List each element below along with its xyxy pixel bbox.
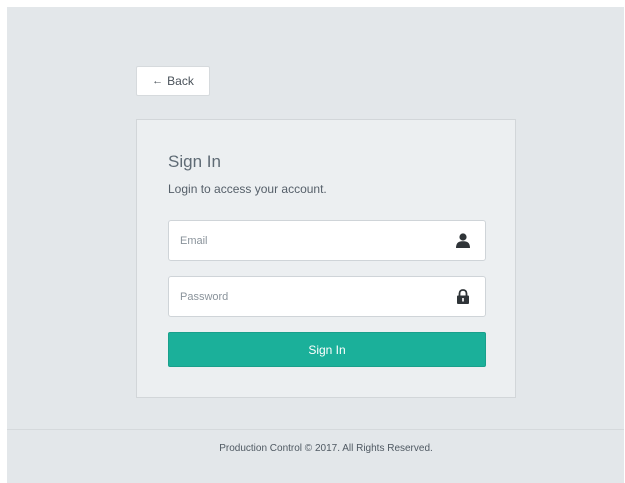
footer-copyright: Production Control © 2017. All Rights Re… xyxy=(219,443,433,454)
back-button[interactable]: ← Back xyxy=(136,66,210,96)
signin-title: Sign In xyxy=(168,152,221,171)
signin-subtitle: Login to access your account. xyxy=(168,182,327,196)
password-input[interactable] xyxy=(169,277,450,316)
password-field-wrapper xyxy=(168,276,486,317)
back-button-label: Back xyxy=(167,74,194,88)
email-input[interactable] xyxy=(169,221,450,260)
user-icon xyxy=(456,233,470,248)
back-arrow-icon: ← xyxy=(152,75,164,87)
signin-button[interactable]: Sign In xyxy=(168,332,486,367)
email-field-wrapper xyxy=(168,220,486,261)
lock-icon xyxy=(457,289,469,304)
signin-card: Sign In Login to access your account. Si… xyxy=(136,119,516,398)
footer-divider xyxy=(7,429,624,430)
